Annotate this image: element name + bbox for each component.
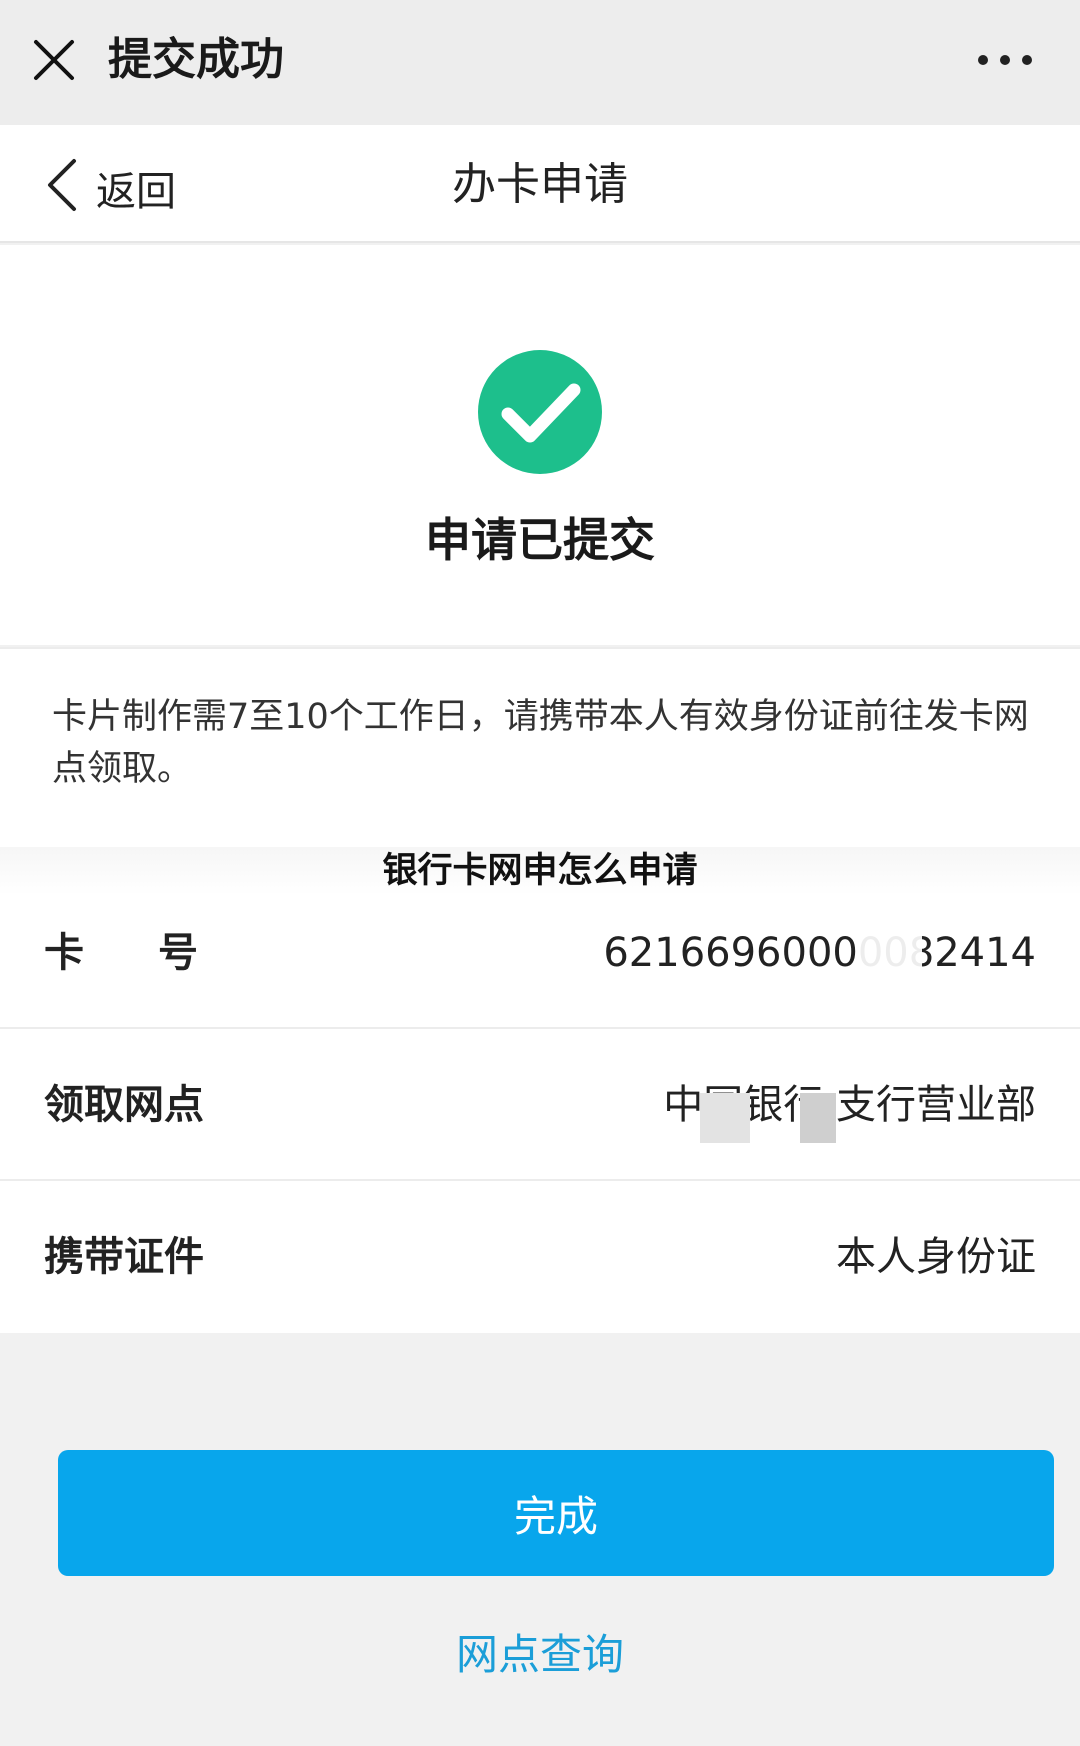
detail-list: 卡号 62166960000082414 领取网点 中国银行 支行营业部 携带证…	[0, 877, 1080, 1333]
detail-value: 本人身份证	[836, 1234, 1036, 1280]
branch-query-link[interactable]: 网点查询	[0, 1625, 1080, 1685]
more-horizontal-icon[interactable]	[975, 48, 1035, 72]
notice-panel: 卡片制作需7至10个工作日，请携带本人有效身份证前往发卡网点领取。	[0, 647, 1080, 847]
detail-label: 携带证件	[44, 1234, 204, 1280]
success-message: 申请已提交	[425, 513, 655, 567]
notice-text: 卡片制作需7至10个工作日，请携带本人有效身份证前往发卡网点领取。	[52, 697, 1029, 789]
close-icon[interactable]	[30, 36, 78, 84]
detail-row-card-number: 卡号 62166960000082414	[0, 877, 1080, 1029]
redaction-blur	[858, 917, 922, 987]
detail-row-branch: 领取网点 中国银行 支行营业部	[0, 1029, 1080, 1181]
done-button[interactable]: 完成	[58, 1450, 1054, 1576]
watermark-text: 银行卡网申怎么申请	[0, 847, 1080, 895]
success-panel: 申请已提交	[0, 245, 1080, 645]
app-bar: 提交成功	[0, 0, 1080, 125]
detail-row-documents: 携带证件 本人身份证	[0, 1181, 1080, 1333]
nav-bar: 返回 办卡申请	[0, 125, 1080, 243]
redaction-block	[700, 1093, 750, 1143]
check-circle-icon	[478, 350, 602, 474]
app-bar-title: 提交成功	[108, 34, 284, 85]
redaction-block	[800, 1093, 836, 1143]
detail-value: 62166960000082414	[603, 930, 1036, 976]
page-title: 办卡申请	[452, 159, 628, 210]
detail-label: 卡号	[44, 930, 272, 976]
detail-label: 领取网点	[44, 1082, 204, 1128]
